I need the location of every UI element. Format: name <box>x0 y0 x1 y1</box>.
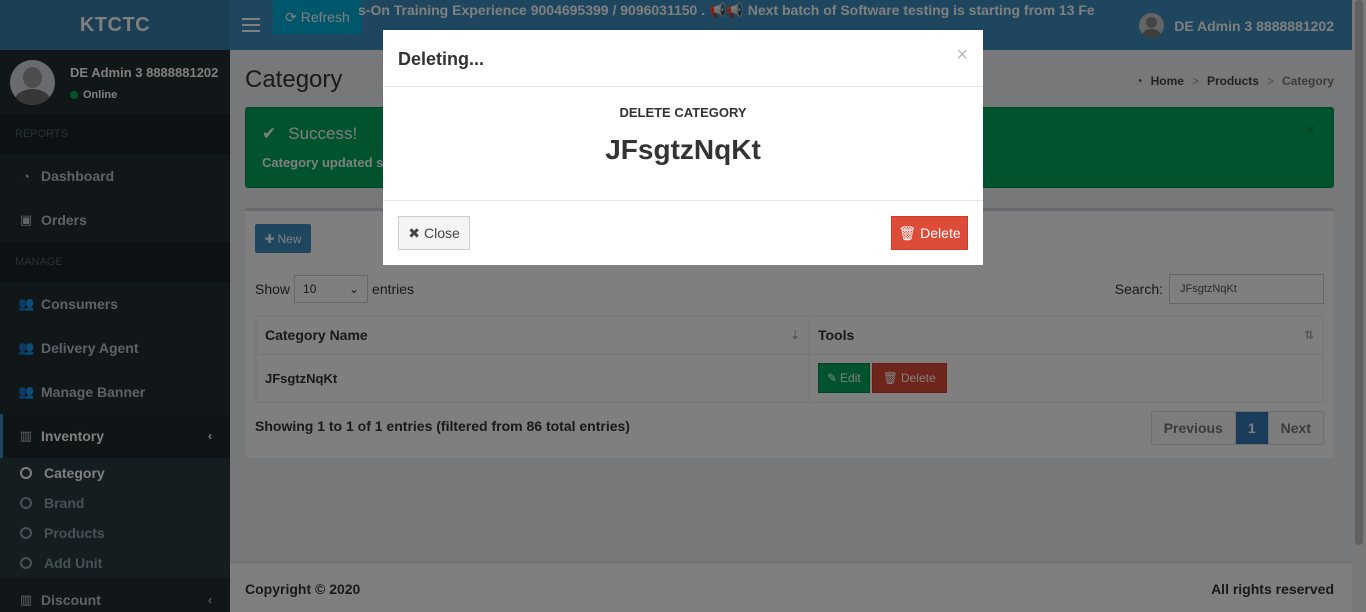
delete-modal: Deleting... × DELETE CATEGORY JFsgtzNqKt… <box>383 30 983 265</box>
modal-title: Deleting... <box>398 49 485 69</box>
modal-label: DELETE CATEGORY <box>619 105 747 120</box>
modal-footer: ✖ Close 🗑 Delete <box>383 201 983 265</box>
close-icon[interactable]: × <box>956 44 968 67</box>
trash-icon: 🗑 <box>898 224 917 241</box>
modal-body: DELETE CATEGORY JFsgtzNqKt <box>383 87 983 201</box>
close-button[interactable]: ✖ Close <box>398 216 470 250</box>
close-icon: ✖ <box>408 224 420 241</box>
close-button-label: Close <box>423 225 460 241</box>
modal-header: Deleting... × <box>383 30 983 87</box>
modal-category-name: JFsgtzNqKt <box>605 134 761 165</box>
delete-button-label: Delete <box>920 225 961 241</box>
delete-button[interactable]: 🗑 Delete <box>891 216 968 250</box>
